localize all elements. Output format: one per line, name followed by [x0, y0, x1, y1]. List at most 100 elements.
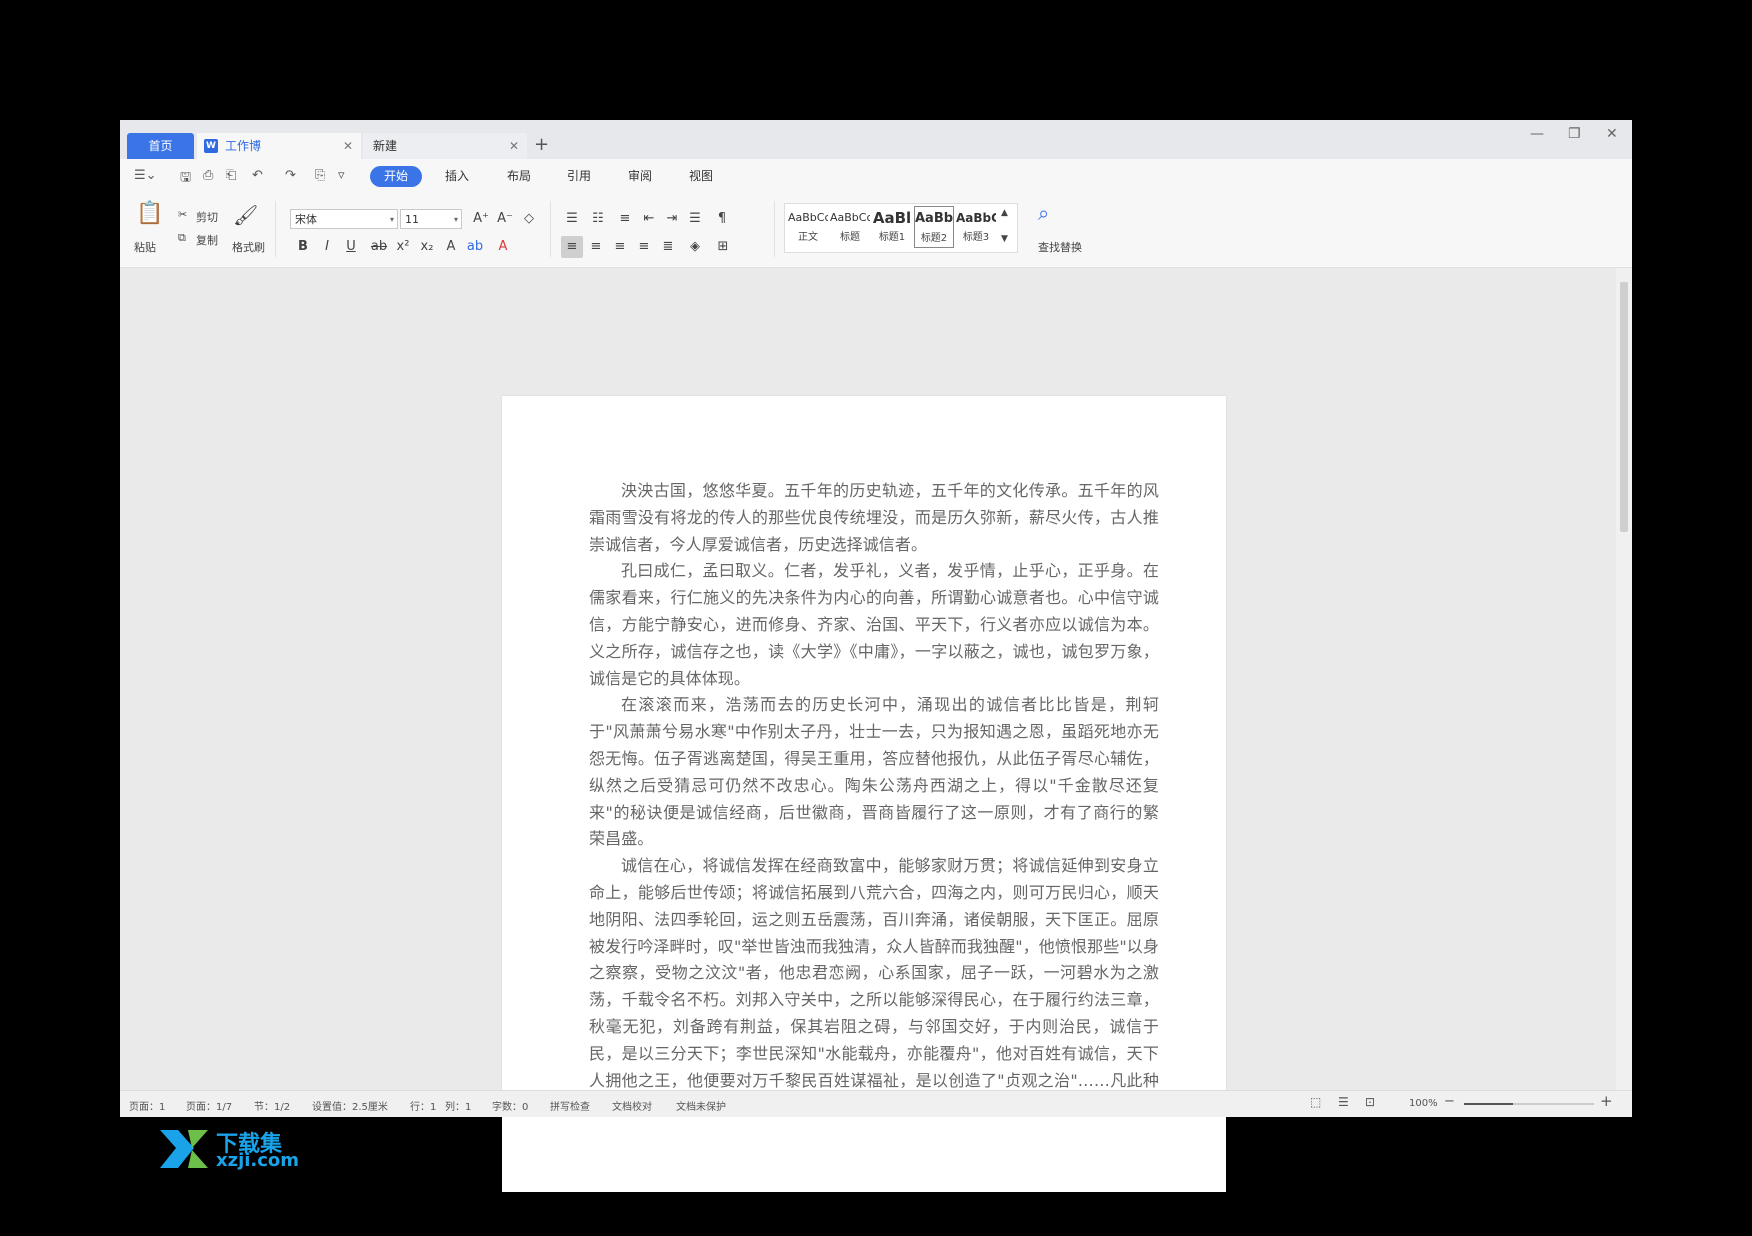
- export-pdf-icon[interactable]: ⎘: [315, 168, 325, 183]
- find-replace-button[interactable]: 查找替换: [1038, 239, 1082, 255]
- document-page[interactable]: 泱泱古国，悠悠华夏。五千年的历史轨迹，五千年的文化传承。五千年的风霜雨雪没有将龙…: [502, 396, 1226, 1192]
- new-tab-plus-icon[interactable]: +: [534, 134, 549, 155]
- print-icon[interactable]: ⎙: [203, 168, 213, 183]
- font-size-value: 11: [405, 213, 419, 226]
- align-left-icon[interactable]: ≡: [561, 236, 583, 258]
- underline-icon[interactable]: U: [340, 236, 362, 258]
- font-name-select[interactable]: 宋体 ▾: [290, 209, 398, 229]
- styles-gallery: AaBbCc 正文 AaBbCc 标题 AaBl 标题1 AaBb 标题2 Aa…: [784, 203, 1018, 253]
- menu-layout[interactable]: 布局: [507, 166, 531, 187]
- read-mode-icon[interactable]: ⬚: [1310, 1095, 1321, 1109]
- align-center-icon[interactable]: ≡: [585, 236, 607, 258]
- menu-references[interactable]: 引用: [567, 166, 591, 187]
- zoom-out-icon[interactable]: −: [1444, 1094, 1455, 1109]
- cut-icon[interactable]: ✂: [178, 208, 187, 221]
- bullet-list-icon[interactable]: ☰: [561, 208, 583, 230]
- decrease-indent-icon[interactable]: ⇤: [638, 208, 660, 230]
- cut-button[interactable]: 剪切: [196, 209, 218, 225]
- restore-icon[interactable]: ❐: [1568, 126, 1581, 142]
- highlight-icon[interactable]: ab: [464, 236, 486, 258]
- text-effect-icon[interactable]: A: [440, 236, 462, 258]
- menu-insert[interactable]: 插入: [445, 166, 469, 187]
- tab-document-label: 工作博: [225, 139, 262, 153]
- status-section: 节：1/2: [254, 1102, 291, 1113]
- status-line: 行：1: [410, 1102, 437, 1113]
- save-icon[interactable]: 🖫: [180, 168, 191, 190]
- menu-start[interactable]: 开始: [370, 166, 423, 187]
- undo-icon[interactable]: ↶: [252, 168, 263, 183]
- superscript-icon[interactable]: x²: [392, 236, 414, 258]
- window-close-icon[interactable]: ✕: [1606, 126, 1618, 142]
- protect-status-button[interactable]: 文档未保护: [676, 1098, 726, 1113]
- line-spacing-icon[interactable]: ☰: [684, 208, 706, 230]
- numbered-list-icon[interactable]: ☷: [587, 208, 609, 230]
- style-heading-3[interactable]: AaBbC 标题3: [956, 206, 996, 248]
- borders-icon[interactable]: ⊞: [712, 236, 734, 258]
- main-menu-icon[interactable]: ☰⌄: [134, 168, 157, 183]
- spell-check-button[interactable]: 拼写检查: [550, 1098, 590, 1113]
- customize-icon[interactable]: ▿: [338, 168, 345, 183]
- fullscreen-icon[interactable]: ⊡: [1365, 1095, 1375, 1109]
- multilevel-list-icon[interactable]: ≡: [614, 208, 636, 230]
- menu-view[interactable]: 视图: [689, 166, 713, 187]
- clear-format-icon[interactable]: ◇: [518, 208, 540, 230]
- style-heading-1[interactable]: AaBl 标题1: [872, 206, 912, 248]
- shrink-font-icon[interactable]: A⁻: [494, 208, 516, 230]
- styles-more-icon[interactable]: ▼: [1001, 234, 1008, 244]
- close-tab-icon[interactable]: ✕: [509, 133, 519, 159]
- zoom-slider[interactable]: [1464, 1103, 1594, 1105]
- align-right-icon[interactable]: ≡: [609, 236, 631, 258]
- paragraph: 泱泱古国，悠悠华夏。五千年的历史轨迹，五千年的文化传承。五千年的风霜雨雪没有将龙…: [589, 481, 1159, 554]
- proofread-button[interactable]: 文档校对: [612, 1098, 652, 1113]
- outline-view-icon[interactable]: ☰: [1338, 1095, 1349, 1109]
- status-page: 页面：1: [129, 1102, 166, 1113]
- bold-icon[interactable]: B: [292, 236, 314, 258]
- style-sample: AaBbCc: [788, 211, 828, 224]
- style-title[interactable]: AaBbCc 标题: [830, 206, 870, 248]
- copy-icon[interactable]: ⧉: [178, 231, 186, 245]
- grow-font-icon[interactable]: A⁺: [470, 208, 492, 230]
- tab-new[interactable]: 新建 ✕: [363, 133, 527, 159]
- paragraph: 诚信在心，将诚信发挥在经商致富中，能够家财万贯；将诚信延伸到安身立命上，能够后世…: [589, 856, 1159, 1116]
- paragraph: 在滚滚而来，浩荡而去的历史长河中，涌现出的诚信者比比皆是，荆轲于"风萧萧兮易水寒…: [589, 695, 1159, 849]
- style-sample: AaBl: [872, 209, 912, 227]
- ribbon-toolbar: 📋 粘贴 ✂ 剪切 ⧉ 复制 🖌 格式刷 宋体 ▾ 11 ▾ A⁺ A⁻ ◇ B I…: [120, 193, 1632, 268]
- font-size-select[interactable]: 11 ▾: [400, 209, 462, 229]
- redo-icon[interactable]: ↷: [285, 168, 296, 183]
- ribbon-divider: [550, 201, 551, 257]
- zoom-in-icon[interactable]: +: [1600, 1092, 1613, 1110]
- menu-row: ☰⌄ 🖫 ⎙ ⎗ ↶ ↷ ⎘ ▿ 开始 插入 布局 引用 审阅 视图: [120, 159, 1632, 193]
- zoom-slider-fill: [1464, 1103, 1514, 1105]
- vertical-scrollbar[interactable]: [1616, 268, 1632, 1090]
- format-painter-icon[interactable]: 🖌: [233, 203, 258, 227]
- search-icon[interactable]: ⌕: [1038, 201, 1049, 225]
- format-painter-button[interactable]: 格式刷: [232, 239, 265, 255]
- tab-document[interactable]: W 工作博 ✕: [197, 133, 361, 159]
- shading-icon[interactable]: ◈: [684, 236, 706, 258]
- strikethrough-icon[interactable]: ab: [368, 236, 390, 258]
- status-setting: 设置值：2.5厘米: [312, 1102, 388, 1113]
- document-body[interactable]: 泱泱古国，悠悠华夏。五千年的历史轨迹，五千年的文化传承。五千年的风霜雨雪没有将龙…: [589, 478, 1159, 1121]
- menu-review[interactable]: 审阅: [628, 166, 652, 187]
- print-preview-icon[interactable]: ⎗: [226, 168, 236, 183]
- styles-scroll-up-icon[interactable]: ▲: [1001, 208, 1008, 218]
- copy-button[interactable]: 复制: [196, 232, 218, 248]
- italic-icon[interactable]: I: [316, 236, 338, 258]
- justify-icon[interactable]: ≡: [633, 236, 655, 258]
- style-normal[interactable]: AaBbCc 正文: [788, 206, 828, 248]
- increase-indent-icon[interactable]: ⇥: [661, 208, 683, 230]
- font-color-icon[interactable]: A: [492, 236, 514, 258]
- ribbon-divider: [275, 201, 276, 257]
- style-heading-2[interactable]: AaBb 标题2: [914, 206, 954, 248]
- scrollbar-thumb[interactable]: [1620, 282, 1628, 532]
- distributed-icon[interactable]: ≣: [657, 236, 679, 258]
- close-tab-icon[interactable]: ✕: [343, 133, 353, 159]
- paragraph-mark-icon[interactable]: ¶: [711, 208, 733, 230]
- subscript-icon[interactable]: x₂: [416, 236, 438, 258]
- status-pages: 页面：1/7: [186, 1102, 233, 1113]
- minimize-icon[interactable]: —: [1530, 126, 1544, 142]
- style-sample: AaBbC: [956, 211, 996, 225]
- paste-icon[interactable]: 📋: [136, 201, 163, 226]
- paste-label[interactable]: 粘贴: [134, 239, 156, 255]
- tab-home[interactable]: 首页: [127, 133, 194, 159]
